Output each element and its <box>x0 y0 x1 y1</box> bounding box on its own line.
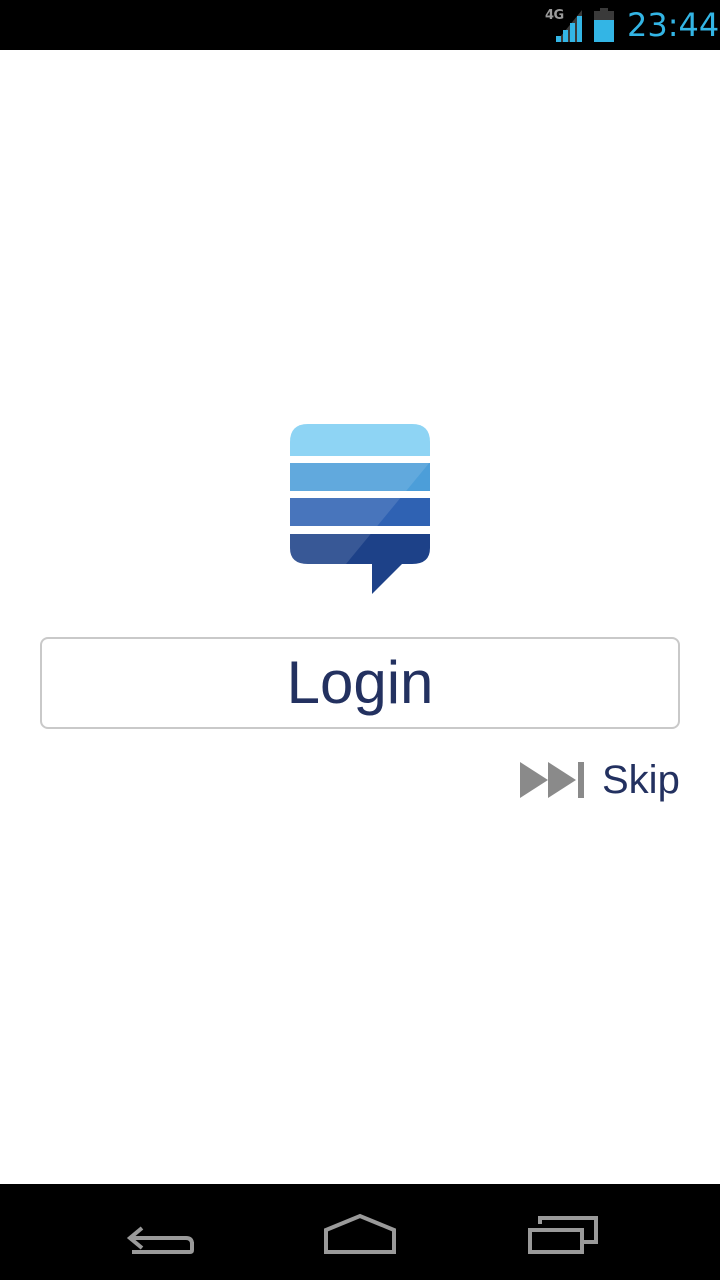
status-bar: 4G 23:44 <box>0 0 720 50</box>
nav-recent-apps-button[interactable] <box>482 1184 642 1280</box>
skip-button[interactable]: Skip <box>518 752 682 808</box>
skip-label: Skip <box>602 758 680 802</box>
fast-forward-icon <box>520 762 584 798</box>
back-icon <box>126 1226 194 1254</box>
nav-back-button[interactable] <box>80 1184 240 1280</box>
login-button-label: Login <box>286 649 434 716</box>
recent-apps-icon <box>528 1216 598 1254</box>
signal-icon <box>556 10 582 42</box>
stack-exchange-logo <box>290 424 430 594</box>
login-button[interactable]: Login <box>40 637 680 729</box>
battery-icon <box>594 8 614 42</box>
status-clock: 23:44 <box>627 6 720 44</box>
navigation-bar <box>0 1184 720 1280</box>
home-icon <box>324 1213 396 1254</box>
nav-home-button[interactable] <box>280 1184 440 1280</box>
